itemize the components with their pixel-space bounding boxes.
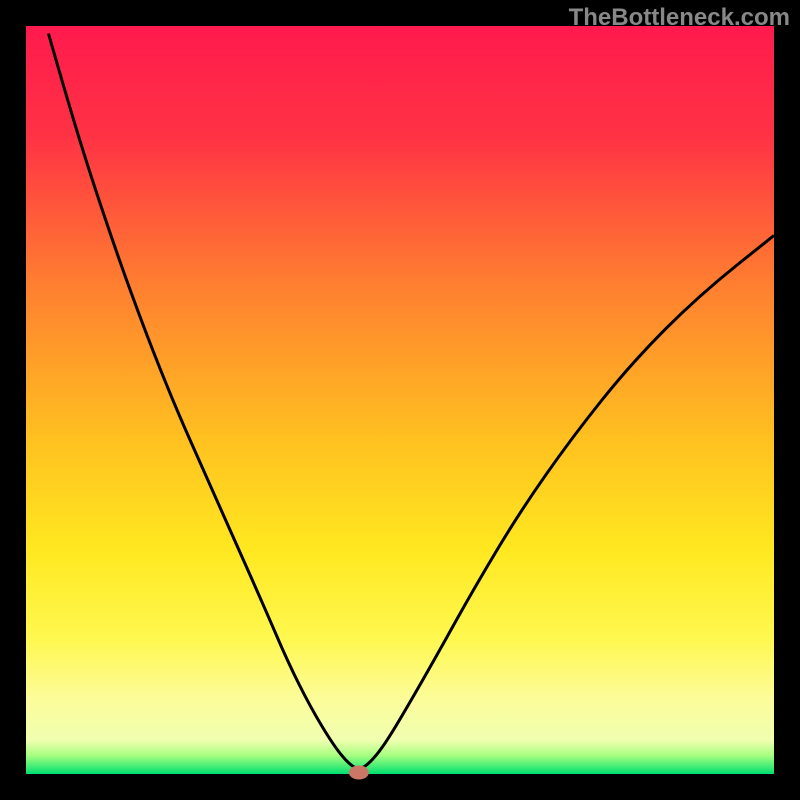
minimum-marker	[349, 766, 369, 780]
plot-background	[26, 26, 774, 774]
chart-container: TheBottleneck.com	[0, 0, 800, 800]
bottleneck-chart	[0, 0, 800, 800]
watermark-text: TheBottleneck.com	[569, 4, 790, 32]
